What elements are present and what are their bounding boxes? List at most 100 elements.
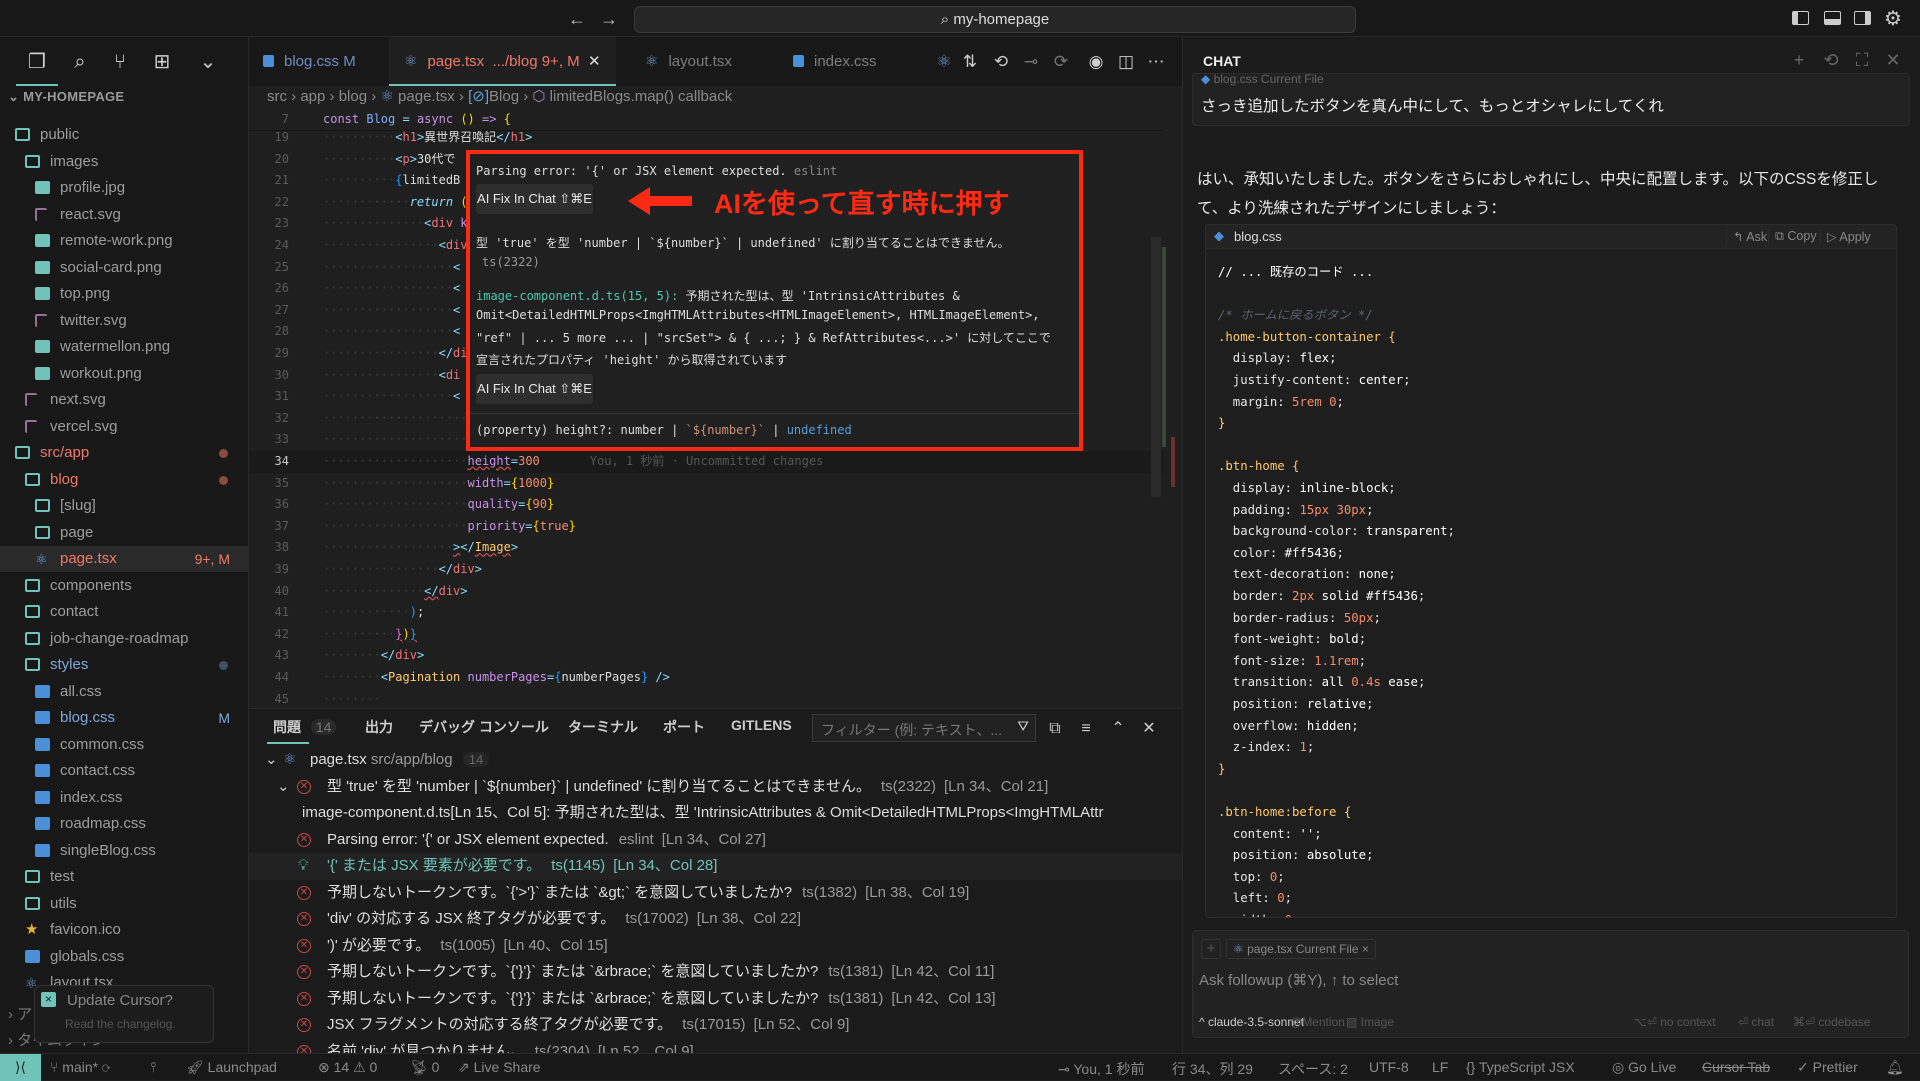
tree-item[interactable]: top.png xyxy=(0,281,248,307)
copy-button[interactable]: ⧉ Copy xyxy=(1768,229,1817,244)
tab-index-css[interactable]: index.css xyxy=(793,37,877,86)
code-line[interactable]: 37 ····················priority={true} xyxy=(249,516,1164,538)
tree-item[interactable]: test xyxy=(0,864,248,890)
indentation[interactable]: スペース: 2 xyxy=(1278,1059,1348,1079)
next-change-icon[interactable]: ⟳ xyxy=(1050,51,1072,73)
split-editor-icon[interactable]: ◫ xyxy=(1115,51,1137,73)
tree-item[interactable]: contact.css xyxy=(0,758,248,784)
command-center-search[interactable]: ⌕ my-homepage xyxy=(634,6,1356,33)
breadcrumb-item[interactable]: page.tsx xyxy=(398,88,455,105)
tree-item[interactable]: react.svg xyxy=(0,202,248,228)
tree-item[interactable]: ★ favicon.ico xyxy=(0,917,248,943)
tree-item[interactable]: index.css xyxy=(0,785,248,811)
close-icon[interactable]: × xyxy=(1362,942,1369,956)
tree-item[interactable]: next.svg xyxy=(0,387,248,413)
related-info-link[interactable]: image-component.d.ts(15, 5): xyxy=(476,289,678,303)
code-line[interactable]: 44 ········<Pagination numberPages={numbe… xyxy=(249,667,1164,689)
filter-icon[interactable]: ⛛ xyxy=(1017,718,1029,735)
problem-row[interactable]: ✕ 予期しないトークンです。`{'}'}` または `&rbrace;` を意図し… xyxy=(249,986,1182,1013)
close-panel-icon[interactable]: ✕ xyxy=(1138,718,1160,740)
commit-icon[interactable]: ⊸ xyxy=(1020,51,1042,73)
problem-row[interactable]: ✕ JSX フラグメントの対応する終了タグが必要です。 ts(17015) [Ln 5… xyxy=(249,1012,1182,1039)
context-chip[interactable]: ⚛ page.tsx Current File × xyxy=(1226,939,1376,959)
tree-item[interactable]: src/app xyxy=(0,440,248,466)
remote-indicator-icon[interactable]: ⟩⟨ xyxy=(0,1054,41,1081)
tree-item[interactable]: singleBlog.css xyxy=(0,838,248,864)
chevron-down-icon[interactable]: ⌄ xyxy=(277,774,290,801)
cursor-position[interactable]: 行 34、列 29 xyxy=(1172,1059,1253,1079)
problem-row[interactable]: ✕ ')' が必要です。 ts(1005) [Ln 40、Col 15] xyxy=(249,933,1182,960)
gitlens-graph-icon[interactable]: ◉ xyxy=(1085,51,1107,73)
codebase-submit-button[interactable]: ⌘⏎ codebase xyxy=(1793,1015,1870,1029)
tree-item[interactable]: styles xyxy=(0,652,248,678)
model-selector[interactable]: ^ claude-3.5-sonnet xyxy=(1199,1015,1304,1029)
chat-title[interactable]: CHAT xyxy=(1203,53,1241,69)
tree-item[interactable]: remote-work.png xyxy=(0,228,248,254)
git-graph-icon[interactable]: ⫯ xyxy=(150,1059,156,1076)
extensions-icon[interactable]: ⊞ xyxy=(147,47,177,77)
code-line[interactable]: 35 ····················width={1000} xyxy=(249,473,1164,495)
tree-item[interactable]: vercel.svg xyxy=(0,414,248,440)
arrow-left-icon[interactable]: ← xyxy=(564,6,590,32)
tree-item[interactable]: roadmap.css xyxy=(0,811,248,837)
live-share-button[interactable]: ⇗ Live Share xyxy=(458,1059,541,1076)
add-context-button[interactable]: + xyxy=(1201,939,1221,959)
code-line[interactable]: 39 ················</div> xyxy=(249,559,1164,581)
compare-changes-icon[interactable]: ⇅ xyxy=(959,51,981,73)
problem-row[interactable]: ✕ 'div' の対応する JSX 終了タグが必要です。 ts(17002) [Ln … xyxy=(249,906,1182,933)
code-line[interactable]: 40 ··············</div> xyxy=(249,581,1164,603)
git-blame-indicator[interactable]: ⊸ You, 1 秒前 xyxy=(1058,1059,1144,1079)
launchpad-button[interactable]: 🚀︎ Launchpad xyxy=(186,1059,277,1076)
user-message[interactable]: ◆ blog.css Current File さっき追加したボタンを真ん中にし… xyxy=(1192,72,1910,126)
apply-button[interactable]: ▷ Apply xyxy=(1820,229,1871,244)
tree-item[interactable]: watermellon.png xyxy=(0,334,248,360)
tree-item[interactable]: images xyxy=(0,149,248,175)
react-icon[interactable]: ⚛ xyxy=(933,51,955,73)
breadcrumb-item[interactable]: app xyxy=(300,88,325,105)
problem-file-row[interactable]: ⌄ ⚛ page.tsx src/app/blog 14 xyxy=(249,747,1182,774)
tree-item[interactable]: [slug] xyxy=(0,493,248,519)
prettier-indicator[interactable]: ✓ Prettier xyxy=(1797,1059,1858,1076)
problem-row[interactable]: ✕ Parsing error: '{' or JSX element expec… xyxy=(249,827,1182,854)
tab-terminal[interactable]: ターミナル xyxy=(568,717,638,737)
view-as-list-icon[interactable]: ≡ xyxy=(1075,718,1097,740)
problems-indicator[interactable]: ⊗ 14 ⚠ 0 xyxy=(318,1059,377,1076)
breadcrumb-item[interactable]: limitedBlogs.map() callback xyxy=(550,88,733,105)
close-icon[interactable]: ✕ xyxy=(1882,49,1904,71)
tree-item[interactable]: components xyxy=(0,573,248,599)
chat-submit-button[interactable]: ⏎ chat xyxy=(1738,1015,1774,1029)
problem-row[interactable]: ✕ 予期しないトークンです。`{'>'}` または `&gt;` を意図していまし… xyxy=(249,880,1182,907)
code-line[interactable]: 42 ··········})} xyxy=(249,624,1164,646)
code-line[interactable]: 34 ····················height=300 You, 1 秒… xyxy=(249,451,1164,473)
breadcrumb-item[interactable]: src xyxy=(267,88,287,105)
ports-indicator[interactable]: 📡︎ 0 xyxy=(410,1059,439,1076)
ai-fix-in-chat-button[interactable]: AI Fix In Chat ⇧⌘E xyxy=(476,184,593,214)
language-mode[interactable]: {} TypeScript JSX xyxy=(1466,1059,1575,1075)
tree-item[interactable]: profile.jpg xyxy=(0,175,248,201)
close-icon[interactable]: ✕ xyxy=(588,53,601,70)
source-control-icon[interactable]: ⑂ xyxy=(105,47,135,77)
tree-item[interactable]: twitter.svg xyxy=(0,308,248,334)
go-live-button[interactable]: ◎ Go Live xyxy=(1612,1059,1676,1076)
tree-item[interactable]: workout.png xyxy=(0,361,248,387)
cursor-tab-toggle[interactable]: Cursor Tab xyxy=(1702,1059,1770,1075)
explorer-root-folder[interactable]: ⌄ MY-HOMEPAGE xyxy=(8,89,124,105)
vertical-scrollbar[interactable] xyxy=(1151,237,1161,497)
chat-input[interactable]: + ⚛ page.tsx Current File × Ask followup… xyxy=(1192,930,1909,1038)
section-collapsed[interactable]: › ア xyxy=(8,1003,32,1024)
breadcrumb-item[interactable]: Blog xyxy=(489,88,519,105)
tab-page-tsx[interactable]: ⚛ page.tsx .../blog 9+, M ✕ xyxy=(389,37,616,86)
no-context-button[interactable]: ⌥⏎ no context xyxy=(1633,1015,1716,1029)
tab-layout-tsx[interactable]: ⚛ layout.tsx xyxy=(645,37,732,86)
previous-change-icon[interactable]: ⟲ xyxy=(990,51,1012,73)
arrow-right-icon[interactable]: → xyxy=(596,6,622,32)
ask-button[interactable]: ↰ Ask xyxy=(1726,229,1767,244)
code-line[interactable]: 7 const Blog = async () => { xyxy=(249,109,1164,131)
tree-item[interactable]: all.css xyxy=(0,679,248,705)
tab-output[interactable]: 出力 xyxy=(365,717,393,737)
tree-item[interactable]: ⚛ page.tsx 9+, M xyxy=(0,546,248,572)
code-line[interactable]: 45 ········ xyxy=(249,689,1164,711)
chevron-down-icon[interactable]: ⌄ xyxy=(193,47,223,77)
bell-icon[interactable]: 🔔︎ xyxy=(1886,1059,1904,1076)
tree-item[interactable]: globals.css xyxy=(0,944,248,970)
